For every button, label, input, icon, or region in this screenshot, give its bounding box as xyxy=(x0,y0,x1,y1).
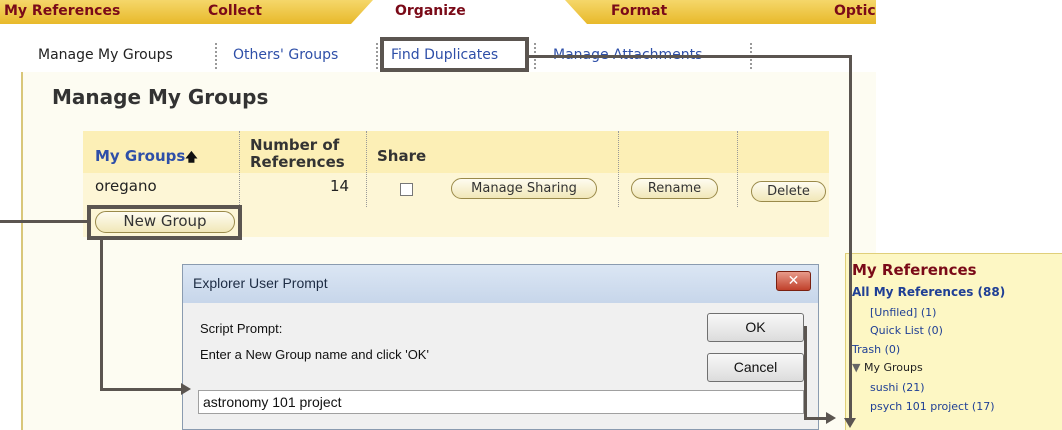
ok-button[interactable]: OK xyxy=(707,313,804,342)
col-header-number-line2: References xyxy=(250,153,345,171)
dialog-title: Explorer User Prompt xyxy=(193,275,328,291)
share-checkbox[interactable] xyxy=(400,183,413,196)
sidebar-item-my-groups[interactable]: ▼ My Groups xyxy=(852,361,923,374)
connector-line xyxy=(527,55,851,58)
sidebar-item-group[interactable]: psych 101 project (17) xyxy=(870,400,995,413)
manage-sharing-button[interactable]: Manage Sharing xyxy=(451,178,597,199)
column-divider xyxy=(737,131,738,207)
tab-collect[interactable]: Collect xyxy=(208,0,262,24)
sidebar-item-my-groups-label: My Groups xyxy=(863,361,923,374)
dialog-label: Script Prompt: xyxy=(200,321,283,336)
col-header-my-groups-label: My Groups xyxy=(95,147,186,165)
sidebar-item-unfiled[interactable]: [Unfiled] (1) xyxy=(870,306,936,319)
new-group-callout xyxy=(87,205,242,240)
col-header-my-groups[interactable]: My Groups🡅 xyxy=(95,147,198,169)
tab-organize[interactable]: Organize xyxy=(351,0,587,24)
col-header-number-line1: Number of xyxy=(250,136,340,154)
subtab-divider xyxy=(215,43,217,69)
sidebar-title: My References xyxy=(852,261,977,279)
connector-line xyxy=(849,55,852,424)
arrow-right-icon xyxy=(826,412,836,424)
arrow-right-icon xyxy=(181,383,191,395)
subtab-others-groups[interactable]: Others' Groups xyxy=(233,40,338,70)
cancel-button[interactable]: Cancel xyxy=(707,353,804,382)
up-arrow-icon: 🡅 xyxy=(185,150,198,164)
tab-options[interactable]: Optic xyxy=(834,0,876,24)
connector-line xyxy=(100,388,184,391)
top-tab-bar: My References Collect Organize Format Op… xyxy=(0,0,876,24)
sidebar-item-group[interactable]: sushi (21) xyxy=(870,381,925,394)
column-divider xyxy=(366,131,367,207)
page-title: Manage My Groups xyxy=(52,85,269,109)
group-name-input[interactable]: astronomy 101 project xyxy=(198,390,804,414)
connector-line xyxy=(804,417,828,420)
tab-format[interactable]: Format xyxy=(611,0,667,24)
column-divider xyxy=(618,131,619,207)
find-duplicates-callout xyxy=(380,37,529,72)
sidebar-item-quick-list[interactable]: Quick List (0) xyxy=(870,324,943,337)
sidebar-item-all-references[interactable]: All My References (88) xyxy=(852,285,1005,299)
connector-line xyxy=(100,238,103,390)
connector-line xyxy=(0,220,88,223)
group-reference-count: 14 xyxy=(330,177,350,195)
dialog-instruction: Enter a New Group name and click 'OK' xyxy=(200,347,429,362)
triangle-down-icon: ▼ xyxy=(852,361,861,374)
col-header-share: Share xyxy=(377,147,427,165)
group-name[interactable]: oregano xyxy=(95,177,157,195)
column-divider xyxy=(239,131,240,207)
col-header-number-of-references[interactable]: Number of References xyxy=(250,137,345,171)
delete-button[interactable]: Delete xyxy=(751,181,826,202)
subtab-divider xyxy=(376,43,378,69)
tab-my-references[interactable]: My References xyxy=(4,0,120,24)
rename-button[interactable]: Rename xyxy=(631,178,718,199)
close-icon[interactable]: ✕ xyxy=(776,271,811,291)
arrow-down-icon xyxy=(844,418,856,428)
connector-line xyxy=(804,326,807,420)
subtab-manage-my-groups[interactable]: Manage My Groups xyxy=(38,40,173,70)
sidebar-item-trash[interactable]: Trash (0) xyxy=(852,343,900,356)
